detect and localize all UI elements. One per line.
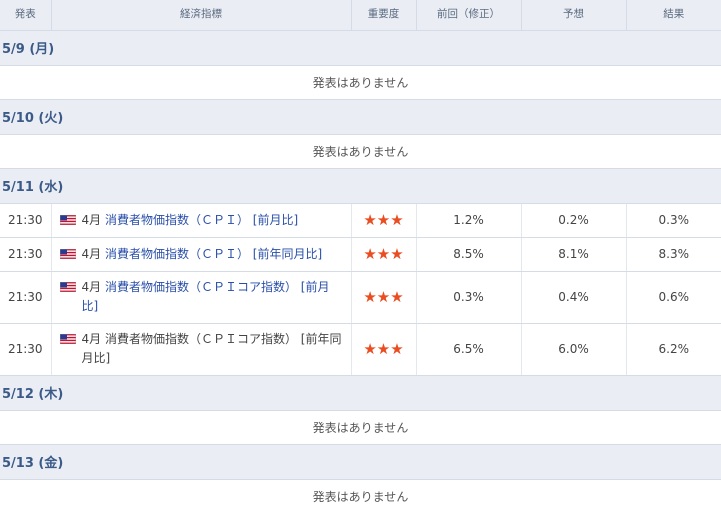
header-importance[interactable]: 重要度	[351, 0, 417, 31]
header-time[interactable]: 発表	[0, 0, 52, 31]
header-forecast[interactable]: 予想	[521, 0, 627, 31]
date-row: 5/9 (月)	[0, 30, 721, 66]
event-previous: 6.5%	[416, 323, 522, 376]
date-label: 5/11 (水)	[0, 168, 721, 204]
date-label: 5/12 (木)	[0, 375, 721, 411]
event-result: 0.6%	[626, 271, 721, 324]
date-row: 5/10 (火)	[0, 99, 721, 135]
no-events-row: 発表はありません	[0, 479, 721, 512]
event-month: 4月	[81, 246, 102, 261]
event-forecast: 6.0%	[521, 323, 627, 376]
event-name-link[interactable]: 消費者物価指数（ＣＰＩ） [前年同月比]	[105, 247, 322, 261]
event-result: 8.3%	[626, 237, 721, 272]
no-events-text: 発表はありません	[0, 479, 721, 512]
event-row: 21:30 4月 消費者物価指数（ＣＰＩコア指数） [前年同月比] ★★★ 6.…	[0, 323, 721, 376]
header-result[interactable]: 結果	[626, 0, 721, 31]
star-icons: ★★★	[363, 340, 404, 358]
event-name: 消費者物価指数（ＣＰＩコア指数） [前年同月比]	[81, 332, 342, 365]
star-icons: ★★★	[363, 211, 404, 229]
us-flag-icon	[59, 248, 76, 259]
date-label: 5/10 (火)	[0, 99, 721, 135]
no-events-row: 発表はありません	[0, 65, 721, 100]
event-time: 21:30	[0, 237, 52, 272]
event-name-link[interactable]: 消費者物価指数（ＣＰＩ） [前月比]	[105, 213, 298, 227]
event-indicator: 4月 消費者物価指数（ＣＰＩコア指数） [前年同月比]	[51, 323, 352, 376]
header-indicator[interactable]: 経済指標	[51, 0, 352, 31]
date-label: 5/13 (金)	[0, 444, 721, 480]
event-previous: 0.3%	[416, 271, 522, 324]
event-forecast: 0.2%	[521, 203, 627, 238]
event-month: 4月	[81, 280, 102, 294]
event-time: 21:30	[0, 323, 52, 376]
no-events-text: 発表はありません	[0, 134, 721, 169]
event-time: 21:30	[0, 271, 52, 324]
event-time: 21:30	[0, 203, 52, 238]
event-previous: 1.2%	[416, 203, 522, 238]
importance-rating: ★★★	[351, 237, 417, 272]
us-flag-icon	[59, 282, 76, 292]
no-events-text: 発表はありません	[0, 65, 721, 100]
table-header-row: 発表 経済指標 重要度 前回（修正） 予想 結果	[0, 0, 721, 31]
event-indicator: 4月 消費者物価指数（ＣＰＩコア指数） [前月比]	[51, 271, 352, 324]
importance-rating: ★★★	[351, 323, 417, 376]
importance-rating: ★★★	[351, 271, 417, 324]
event-month: 4月	[81, 332, 102, 346]
header-previous[interactable]: 前回（修正）	[416, 0, 522, 31]
date-label: 5/9 (月)	[0, 30, 721, 66]
event-previous: 8.5%	[416, 237, 522, 272]
date-row: 5/13 (金)	[0, 444, 721, 480]
economic-calendar-table: 発表 経済指標 重要度 前回（修正） 予想 結果 5/9 (月) 発表はありませ…	[0, 0, 721, 512]
event-result: 0.3%	[626, 203, 721, 238]
date-row: 5/12 (木)	[0, 375, 721, 411]
event-result: 6.2%	[626, 323, 721, 376]
us-flag-icon	[59, 334, 76, 344]
star-icons: ★★★	[363, 245, 404, 263]
no-events-row: 発表はありません	[0, 410, 721, 445]
star-icons: ★★★	[363, 288, 404, 306]
event-row: 21:30 4月 消費者物価指数（ＣＰＩ） [前月比] ★★★ 1.2% 0.2…	[0, 203, 721, 238]
date-row: 5/11 (水)	[0, 168, 721, 204]
no-events-text: 発表はありません	[0, 410, 721, 445]
us-flag-icon	[59, 214, 76, 225]
event-forecast: 0.4%	[521, 271, 627, 324]
event-row: 21:30 4月 消費者物価指数（ＣＰＩ） [前年同月比] ★★★ 8.5% 8…	[0, 237, 721, 272]
event-indicator: 4月 消費者物価指数（ＣＰＩ） [前年同月比]	[51, 237, 352, 272]
importance-rating: ★★★	[351, 203, 417, 238]
event-forecast: 8.1%	[521, 237, 627, 272]
event-month: 4月	[81, 212, 102, 227]
event-name-link[interactable]: 消費者物価指数（ＣＰＩコア指数） [前月比]	[82, 280, 330, 313]
event-row: 21:30 4月 消費者物価指数（ＣＰＩコア指数） [前月比] ★★★ 0.3%…	[0, 271, 721, 324]
no-events-row: 発表はありません	[0, 134, 721, 169]
event-indicator: 4月 消費者物価指数（ＣＰＩ） [前月比]	[51, 203, 352, 238]
